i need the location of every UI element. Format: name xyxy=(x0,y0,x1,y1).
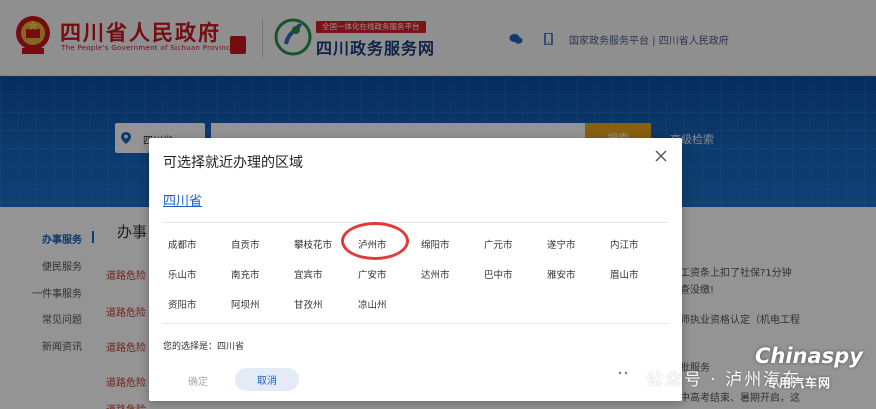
city-option-meishan[interactable]: 眉山市 xyxy=(610,267,639,281)
city-option-ziyang[interactable]: 资阳市 xyxy=(168,297,197,311)
city-option-suining[interactable]: 遂宁市 xyxy=(547,237,576,251)
wechat-watermark-icon xyxy=(613,366,640,386)
region-select-dialog: 可选择就近办理的区域 四川省 成都市 自贡市 攀枝花市 泸州市 绵阳市 广元市 … xyxy=(149,138,682,401)
city-option-mianyang[interactable]: 绵阳市 xyxy=(421,237,450,251)
province-link[interactable]: 四川省 xyxy=(163,190,202,209)
divider xyxy=(163,222,668,223)
city-option-yibin[interactable]: 宜宾市 xyxy=(294,267,323,281)
close-icon[interactable] xyxy=(654,149,668,163)
watermark-brand: Chinaspy xyxy=(755,344,863,368)
city-option-dazhou[interactable]: 达州市 xyxy=(421,267,450,281)
city-option-ganzi[interactable]: 甘孜州 xyxy=(294,297,323,311)
city-option-guangyuan[interactable]: 广元市 xyxy=(484,237,513,251)
city-option-zigong[interactable]: 自贡市 xyxy=(231,237,260,251)
city-option-aba[interactable]: 阿坝州 xyxy=(231,297,260,311)
divider xyxy=(163,323,668,324)
city-option-liangshan[interactable]: 凉山州 xyxy=(358,297,387,311)
city-option-bazhong[interactable]: 巴中市 xyxy=(484,267,513,281)
city-option-leshan[interactable]: 乐山市 xyxy=(168,267,197,281)
confirm-button[interactable]: 确定 xyxy=(175,369,221,391)
city-option-luzhou[interactable]: 泸州市 xyxy=(358,237,387,251)
city-option-yaan[interactable]: 雅安市 xyxy=(547,267,576,281)
city-option-guangan[interactable]: 广安市 xyxy=(358,267,387,281)
watermark-brand-sub: 专用汽车网 xyxy=(766,376,832,390)
city-option-chengdu[interactable]: 成都市 xyxy=(168,237,197,251)
cancel-button[interactable]: 取消 xyxy=(235,368,299,391)
city-option-neijiang[interactable]: 内江市 xyxy=(610,237,639,251)
dialog-title: 可选择就近办理的区域 xyxy=(163,155,303,171)
current-choice: 您的选择是：四川省 xyxy=(163,342,245,352)
city-option-panzhihua[interactable]: 攀枝花市 xyxy=(294,237,332,251)
city-option-nanchong[interactable]: 南充市 xyxy=(231,267,260,281)
